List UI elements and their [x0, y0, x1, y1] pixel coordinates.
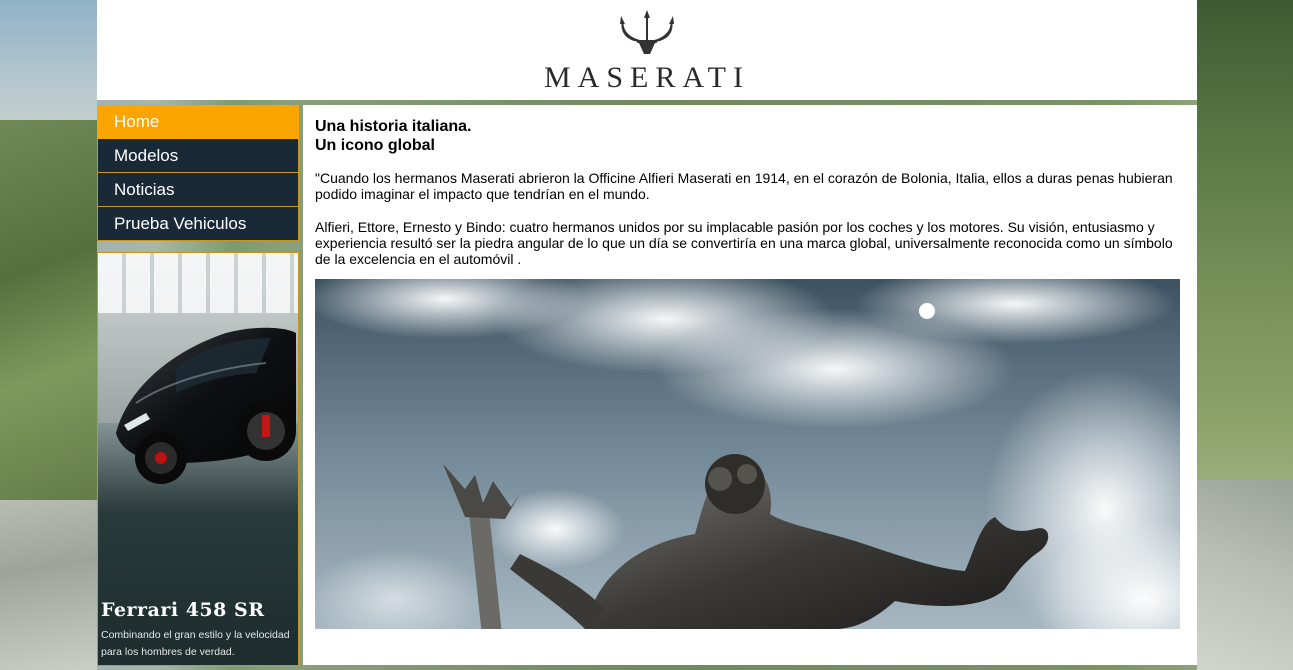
main-nav: Home Modelos Noticias Prueba Vehiculos	[97, 105, 299, 241]
background-right	[1197, 0, 1293, 670]
ad-tagline: Combinando el gran estilo y la velocidad…	[101, 629, 290, 658]
background-road-right	[1197, 480, 1293, 670]
site-header: MASERATI	[97, 0, 1197, 100]
nav-item-modelos[interactable]: Modelos	[97, 139, 299, 173]
nav-item-noticias[interactable]: Noticias	[97, 173, 299, 207]
nav-item-home[interactable]: Home	[97, 105, 299, 139]
brand-wordmark: MASERATI	[543, 61, 750, 94]
ferrari-ad-banner[interactable]: Ferrari 458 SR Combinando el gran estilo…	[97, 252, 299, 666]
nav-item-prueba-vehiculos[interactable]: Prueba Vehiculos	[97, 207, 299, 241]
article-paragraph-1: "Cuando los hermanos Maserati abrieron l…	[315, 170, 1173, 202]
background-trees	[1197, 0, 1293, 500]
ad-title: Ferrari 458 SR	[101, 599, 265, 621]
garage-ceiling	[98, 253, 298, 313]
neptune-statue-image	[315, 279, 1180, 629]
background-road	[0, 500, 97, 670]
main-content: Una historia italiana. Un icono global "…	[303, 105, 1197, 665]
background-sky	[0, 0, 97, 140]
background-left	[0, 0, 97, 670]
heading-line-1: Una historia italiana.	[315, 118, 472, 135]
heading-line-2: Un icono global	[315, 137, 435, 154]
article: Una historia italiana. Un icono global "…	[315, 117, 1180, 267]
article-heading: Una historia italiana. Un icono global	[315, 117, 1180, 155]
background-hill	[0, 120, 97, 540]
trident-icon	[620, 10, 674, 54]
sports-car-image	[116, 327, 296, 484]
article-paragraph-2: Alfieri, Ettore, Ernesto y Bindo: cuatro…	[315, 219, 1173, 267]
